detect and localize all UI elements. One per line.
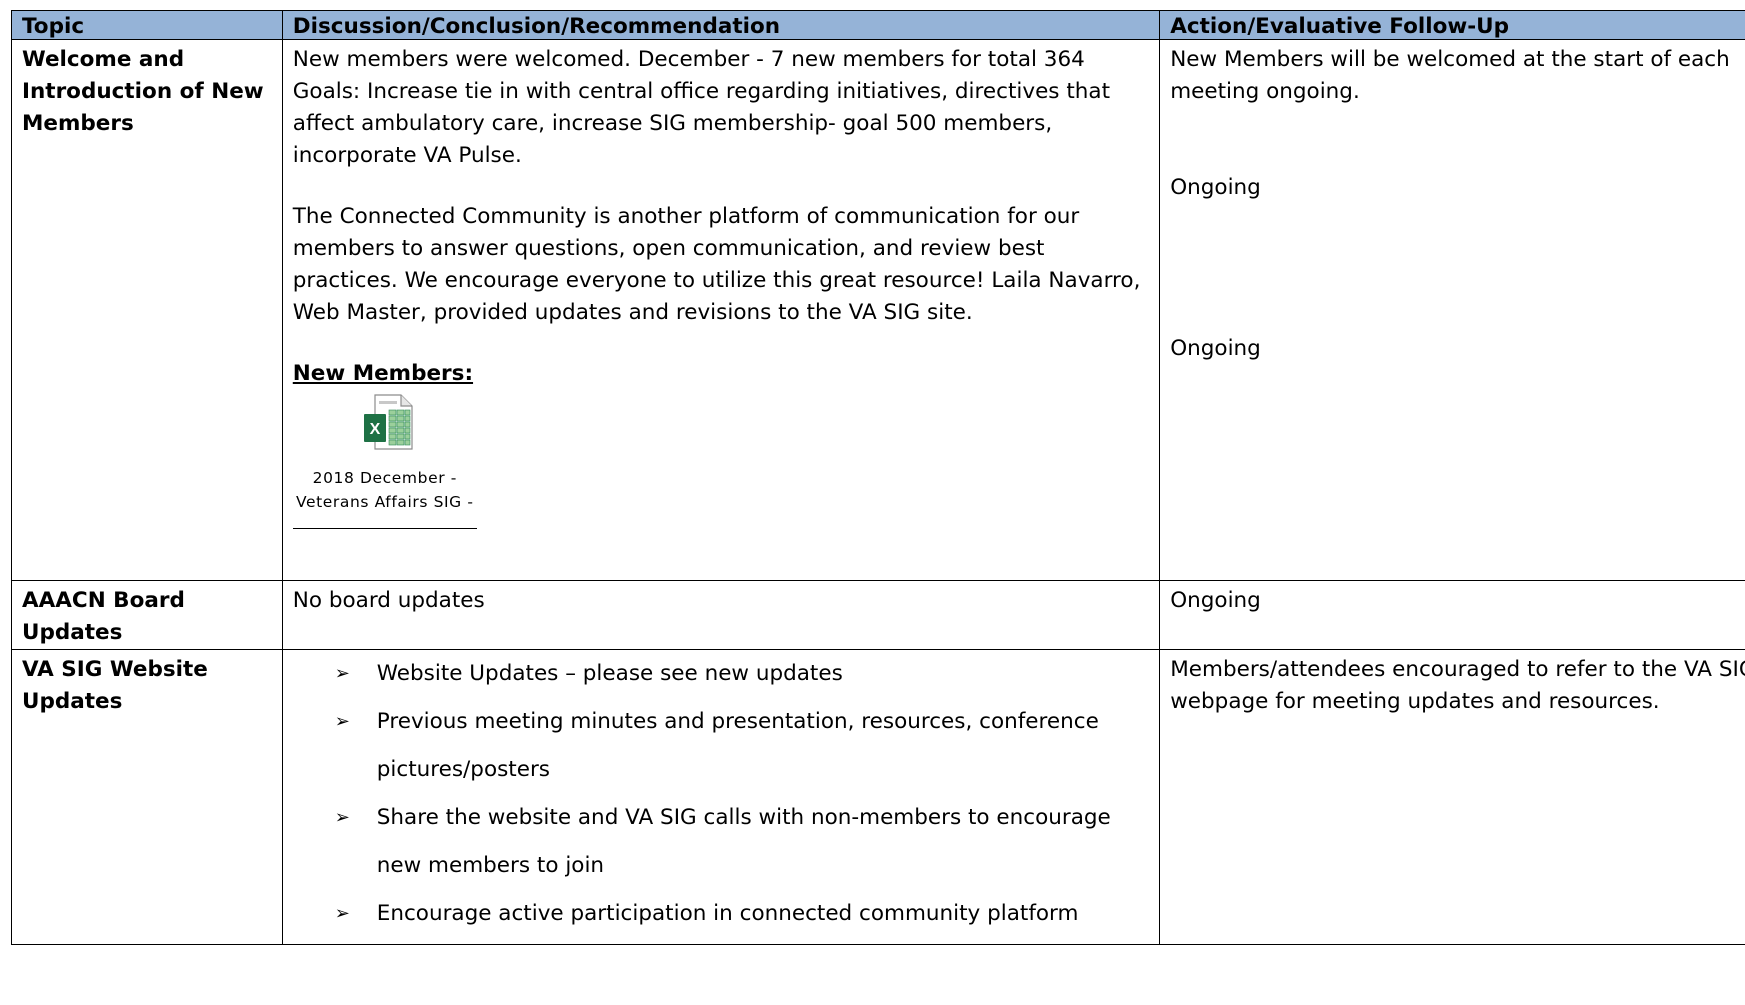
arrow-bullet-icon: ➢ [334, 903, 350, 924]
header-discussion: Discussion/Conclusion/Recommendation [281, 10, 1161, 40]
discussion-cell: No board updates [281, 580, 1161, 650]
topic-cell: Welcome and Introduction of New Members [11, 39, 283, 581]
discussion-paragraph: New members were welcomed. December - 7 … [292, 47, 1110, 168]
arrow-bullet-icon: ➢ [334, 663, 350, 684]
bullet-list: ➢ Website Updates – please see new update… [293, 650, 1147, 938]
table-row: VA SIG Website Updates ➢ Website Updates … [11, 649, 1745, 945]
action-cell: Ongoing [1159, 580, 1745, 650]
action-text: Ongoing [1170, 336, 1261, 361]
header-topic: Topic [11, 10, 283, 40]
list-item: ➢ Share the website and VA SIG calls with… [335, 794, 1147, 890]
arrow-bullet-icon: ➢ [334, 711, 350, 732]
table-row: AAACN Board Updates No board updates Ong… [11, 580, 1745, 650]
header-row: Topic Discussion/Conclusion/Recommendati… [11, 10, 1745, 40]
action-cell: New Members will be welcomed at the star… [1159, 39, 1745, 581]
list-item: ➢ Website Updates – please see new update… [335, 650, 1147, 698]
topic-cell: VA SIG Website Updates [11, 649, 283, 945]
attachment-caption: 2018 December - Veterans Affairs SIG - [295, 469, 474, 511]
svg-text:X: X [369, 421, 380, 438]
discussion-paragraph: The Connected Community is another platf… [292, 204, 1141, 325]
discussion-cell: New members were welcomed. December - 7 … [281, 39, 1161, 581]
list-item: ➢ Previous meeting minutes and presentati… [335, 698, 1147, 794]
action-cell: Members/attendees encouraged to refer to… [1159, 649, 1745, 945]
table-row: Welcome and Introduction of New Members … [11, 39, 1745, 581]
arrow-bullet-icon: ➢ [334, 807, 350, 828]
list-item: ➢ Encourage active participation in conne… [335, 890, 1147, 938]
topic-cell: AAACN Board Updates [11, 580, 283, 650]
action-text: New Members will be welcomed at the star… [1170, 47, 1730, 104]
excel-attachment[interactable]: X 2018 December - Veterans Affairs SIG - [292, 394, 477, 529]
discussion-cell: ➢ Website Updates – please see new update… [281, 649, 1161, 945]
header-action: Action/Evaluative Follow-Up [1159, 10, 1745, 40]
new-members-label: New Members: [292, 361, 474, 386]
minutes-table: Topic Discussion/Conclusion/Recommendati… [11, 10, 1745, 945]
attachment-underline [292, 528, 477, 529]
excel-file-icon: X [363, 394, 413, 450]
action-text: Ongoing [1170, 175, 1261, 200]
